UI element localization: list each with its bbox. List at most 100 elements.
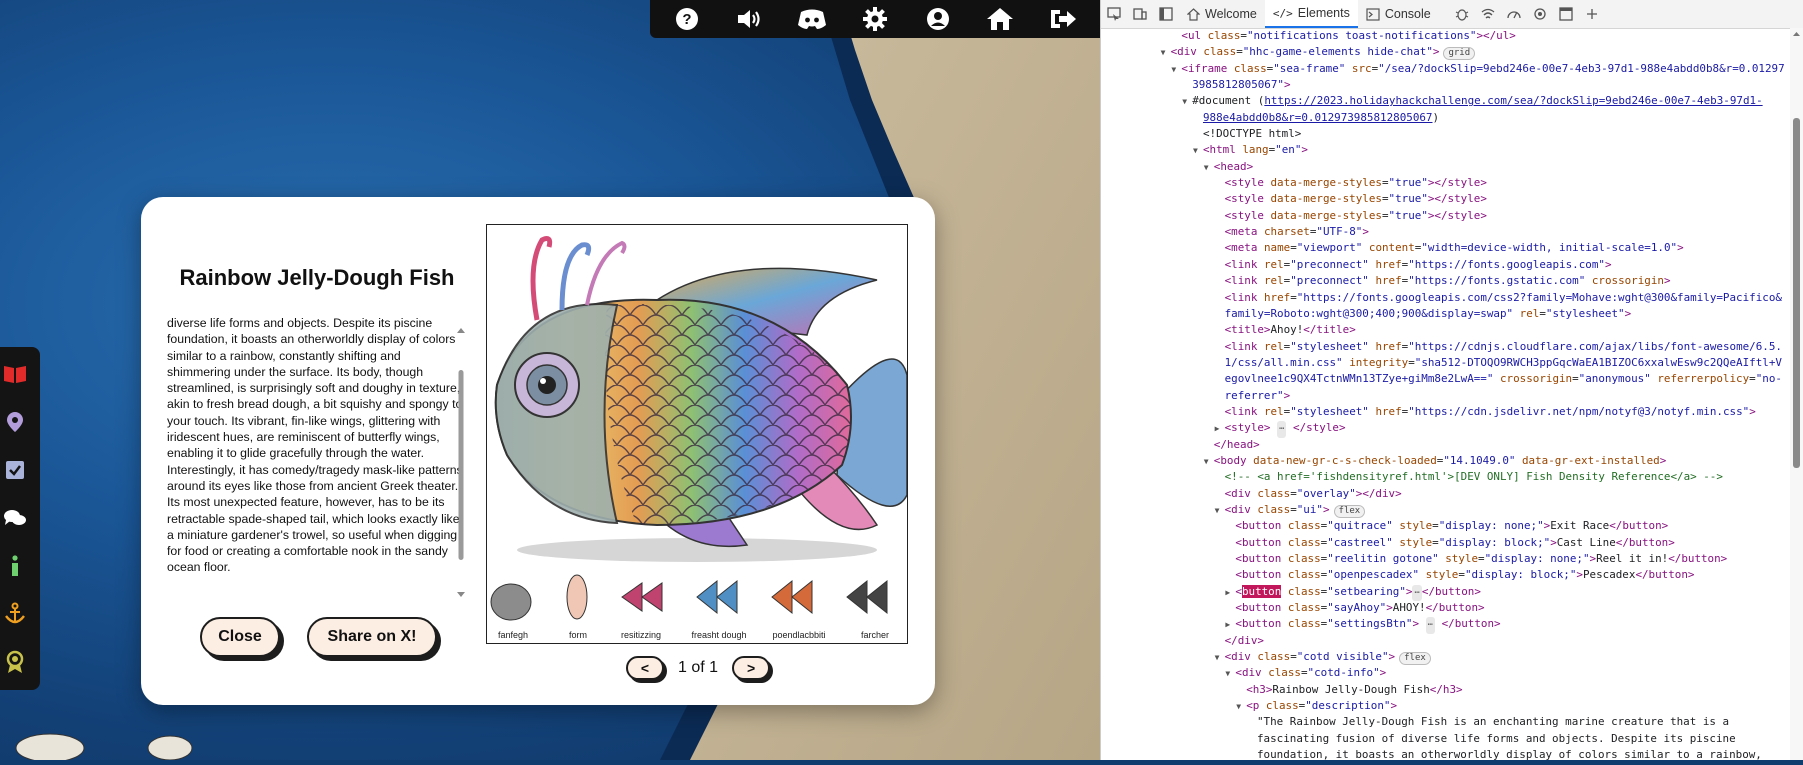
dom-line-content: fascinating fusion of diverse life forms… bbox=[1257, 731, 1736, 745]
info-icon[interactable] bbox=[0, 551, 30, 581]
dom-line[interactable]: <link rel="stylesheet" href="https://cdn… bbox=[1101, 339, 1791, 355]
location-pin-icon[interactable] bbox=[0, 407, 30, 437]
dom-line[interactable]: <title>Ahoy!</title> bbox=[1101, 322, 1791, 338]
dom-line[interactable]: <div class="overlay"></div> bbox=[1101, 486, 1791, 502]
application-icon[interactable] bbox=[1553, 0, 1579, 28]
add-tab-icon[interactable] bbox=[1579, 0, 1605, 28]
dom-line[interactable]: family=Roboto:wght@300;400;900&display=s… bbox=[1101, 306, 1791, 322]
dom-line[interactable]: <!DOCTYPE html> bbox=[1101, 126, 1791, 142]
bug-icon[interactable] bbox=[1449, 0, 1475, 28]
dom-tree[interactable]: <ul class="notifications toast-notificat… bbox=[1101, 28, 1791, 760]
art-label-1: fanfegh bbox=[498, 630, 528, 640]
dom-line[interactable]: <link rel="stylesheet" href="https://cdn… bbox=[1101, 404, 1791, 420]
dom-line[interactable]: ▼ <body data-new-gr-c-s-check-loaded="14.… bbox=[1101, 453, 1791, 469]
dom-line[interactable]: 1/css/all.min.css" integrity="sha512-DTO… bbox=[1101, 355, 1791, 371]
share-on-x-button[interactable]: Share on X! bbox=[307, 617, 437, 657]
badge-icon[interactable] bbox=[0, 647, 30, 677]
help-icon[interactable]: ? bbox=[671, 3, 703, 35]
checklist-icon[interactable] bbox=[0, 455, 30, 485]
expand-toggle-icon[interactable]: ▶ bbox=[1225, 617, 1235, 633]
dom-line[interactable]: </div> bbox=[1101, 633, 1791, 649]
next-page-button[interactable]: > bbox=[732, 656, 771, 680]
anchor-icon[interactable] bbox=[0, 599, 30, 629]
expand-toggle-icon[interactable]: ▼ bbox=[1161, 45, 1171, 61]
dom-line[interactable]: <style data-merge-styles="true"></style> bbox=[1101, 208, 1791, 224]
tab-console-label: Console bbox=[1384, 7, 1431, 21]
dom-line[interactable]: foundation, it boasts an otherworldly di… bbox=[1101, 747, 1791, 760]
dom-line[interactable]: ▶ <style> ⋯ </style> bbox=[1101, 420, 1791, 438]
chat-icon[interactable] bbox=[0, 503, 30, 533]
tab-welcome[interactable]: Welcome bbox=[1179, 0, 1265, 28]
tab-elements[interactable]: </> Elements bbox=[1264, 0, 1358, 28]
top-toolbar: ? bbox=[650, 0, 1100, 38]
dom-line[interactable]: ▼ <p class="description"> bbox=[1101, 698, 1791, 714]
dom-line[interactable]: ▼ <html lang="en"> bbox=[1101, 142, 1791, 158]
expand-toggle-icon[interactable]: ▼ bbox=[1204, 454, 1214, 470]
dom-line[interactable]: <button class="reelitin gotone" style="d… bbox=[1101, 551, 1791, 567]
dom-line[interactable]: fascinating fusion of diverse life forms… bbox=[1101, 731, 1791, 747]
prev-page-button[interactable]: < bbox=[626, 656, 664, 680]
dom-line[interactable]: ▼ <div class="cotd visible"> flex bbox=[1101, 649, 1791, 666]
expand-toggle-icon[interactable]: ▼ bbox=[1236, 699, 1246, 715]
dom-line[interactable]: referrer"> bbox=[1101, 388, 1791, 404]
expand-toggle-icon[interactable]: ▼ bbox=[1215, 503, 1225, 519]
dom-line[interactable]: <button class="quitrace" style="display:… bbox=[1101, 518, 1791, 534]
expand-toggle-icon[interactable]: ▶ bbox=[1225, 585, 1235, 601]
dom-line[interactable]: ▶ <button class="settingsBtn"> ⋯ </button… bbox=[1101, 616, 1791, 634]
dom-line-content: <button class="settingsBtn"> ⋯ </button> bbox=[1235, 617, 1501, 634]
dom-line[interactable]: <meta name="viewport" content="width=dev… bbox=[1101, 240, 1791, 256]
settings-icon[interactable] bbox=[859, 3, 891, 35]
performance-icon[interactable] bbox=[1501, 0, 1527, 28]
settings-gear-icon[interactable] bbox=[1527, 0, 1553, 28]
dom-line[interactable]: ▶ <button class="setbearing"> ⋯ </button> bbox=[1101, 584, 1791, 602]
sidebar-toggle-icon[interactable] bbox=[1153, 0, 1179, 28]
dom-line[interactable]: <button class="sayAhoy">AHOY!</button> bbox=[1101, 600, 1791, 616]
dom-line[interactable]: <!-- <a href='fishdensityref.html'>[DEV … bbox=[1101, 469, 1791, 485]
dom-line[interactable]: ▼ <div class="hhc-game-elements hide-chat… bbox=[1101, 44, 1791, 61]
dom-line[interactable]: <style data-merge-styles="true"></style> bbox=[1101, 191, 1791, 207]
dom-line[interactable]: 3985812805067"> bbox=[1101, 77, 1791, 93]
dom-line[interactable]: <link rel="preconnect" href="https://fon… bbox=[1101, 273, 1791, 289]
dom-line[interactable]: 988e4abdd0b8&r=0.012973985812805067) bbox=[1101, 110, 1791, 126]
dom-line[interactable]: ▼ <head> bbox=[1101, 159, 1791, 175]
dom-line[interactable]: <button class="castreel" style="display:… bbox=[1101, 535, 1791, 551]
dom-tree-scrollbar[interactable] bbox=[1790, 28, 1803, 760]
expand-toggle-icon[interactable]: ▼ bbox=[1171, 62, 1181, 78]
dom-line[interactable]: <link href="https://fonts.googleapis.com… bbox=[1101, 290, 1791, 306]
expand-toggle-icon[interactable]: ▼ bbox=[1225, 666, 1235, 682]
dom-line[interactable]: ▼ <div class="ui"> flex bbox=[1101, 502, 1791, 518]
dom-line[interactable]: <meta charset="UTF-8"> bbox=[1101, 224, 1791, 240]
dom-line[interactable]: <style data-merge-styles="true"></style> bbox=[1101, 175, 1791, 191]
dom-line[interactable]: <link rel="preconnect" href="https://fon… bbox=[1101, 257, 1791, 273]
dom-line-content: <link href="https://fonts.googleapis.com… bbox=[1224, 290, 1782, 304]
dom-line-content: <button class="openpescadex" style="disp… bbox=[1235, 568, 1695, 582]
description-scroll-area[interactable]: diverse life forms and objects. Despite … bbox=[167, 315, 463, 603]
dom-line[interactable]: <h3>Rainbow Jelly-Dough Fish</h3> bbox=[1101, 682, 1791, 698]
tab-console[interactable]: Console bbox=[1358, 0, 1439, 28]
dom-line[interactable]: ▼ <iframe class="sea-frame" src="/sea/?do… bbox=[1101, 61, 1791, 77]
close-button[interactable]: Close bbox=[200, 617, 280, 657]
logout-icon[interactable] bbox=[1047, 3, 1079, 35]
discord-icon[interactable] bbox=[796, 3, 828, 35]
dom-line[interactable]: ▼ #document (https://2023.holidayhackchal… bbox=[1101, 93, 1791, 109]
description-scrollbar[interactable] bbox=[455, 325, 467, 600]
dom-line-content: 1/css/all.min.css" integrity="sha512-DTO… bbox=[1224, 355, 1782, 369]
dom-line[interactable]: <button class="openpescadex" style="disp… bbox=[1101, 567, 1791, 583]
volume-icon[interactable] bbox=[734, 3, 766, 35]
expand-toggle-icon[interactable]: ▼ bbox=[1204, 160, 1214, 176]
profile-icon[interactable] bbox=[922, 3, 954, 35]
dom-line[interactable]: "The Rainbow Jelly-Dough Fish is an ench… bbox=[1101, 714, 1791, 730]
inspect-icon[interactable] bbox=[1101, 0, 1127, 28]
dom-line[interactable]: ▼ <div class="cotd-info"> bbox=[1101, 665, 1791, 681]
dom-line[interactable]: </head> bbox=[1101, 437, 1791, 453]
home-icon[interactable] bbox=[984, 3, 1016, 35]
network-wifi-icon[interactable] bbox=[1475, 0, 1501, 28]
expand-toggle-icon[interactable]: ▶ bbox=[1215, 421, 1225, 437]
dom-line[interactable]: egovlnee1c9QX4TctnWMn13TZye+giMm8e2LwA==… bbox=[1101, 371, 1791, 387]
expand-toggle-icon[interactable]: ▼ bbox=[1193, 143, 1203, 159]
expand-toggle-icon[interactable]: ▼ bbox=[1215, 650, 1225, 666]
device-toggle-icon[interactable] bbox=[1127, 0, 1153, 28]
dom-line[interactable]: <ul class="notifications toast-notificat… bbox=[1101, 28, 1791, 44]
map-book-icon[interactable] bbox=[0, 359, 30, 389]
expand-toggle-icon[interactable]: ▼ bbox=[1182, 94, 1192, 110]
